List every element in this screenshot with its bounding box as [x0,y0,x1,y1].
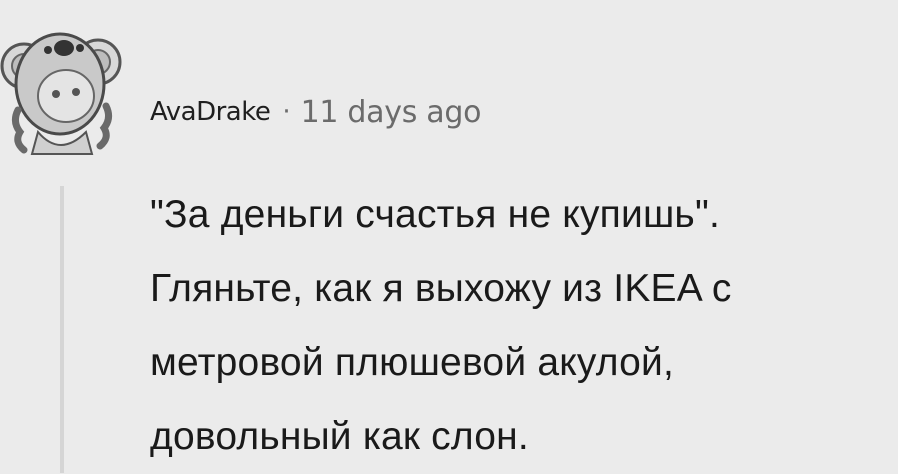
comment-body-line: метровой плюшевой акулой, [150,341,675,384]
comment-body: "За деньги счастья не купишь". Гляньте, … [150,178,890,474]
comment-meta: AvaDrake · 11 days ago [150,90,481,134]
koala-icon [0,32,122,155]
avatar[interactable] [0,14,126,160]
meta-separator: · [282,97,291,127]
comment-body-line: довольный как слон. [150,415,529,458]
comment-body-line: Гляньте, как я выхожу из IKEA с [150,267,732,310]
timestamp-link[interactable]: 11 days ago [301,95,482,130]
comment: AvaDrake · 11 days ago "За деньги счасть… [0,0,898,473]
comment-body-line: "За деньги счастья не купишь". [150,193,721,236]
username-link[interactable]: AvaDrake [150,97,271,127]
thread-line[interactable] [60,186,64,473]
